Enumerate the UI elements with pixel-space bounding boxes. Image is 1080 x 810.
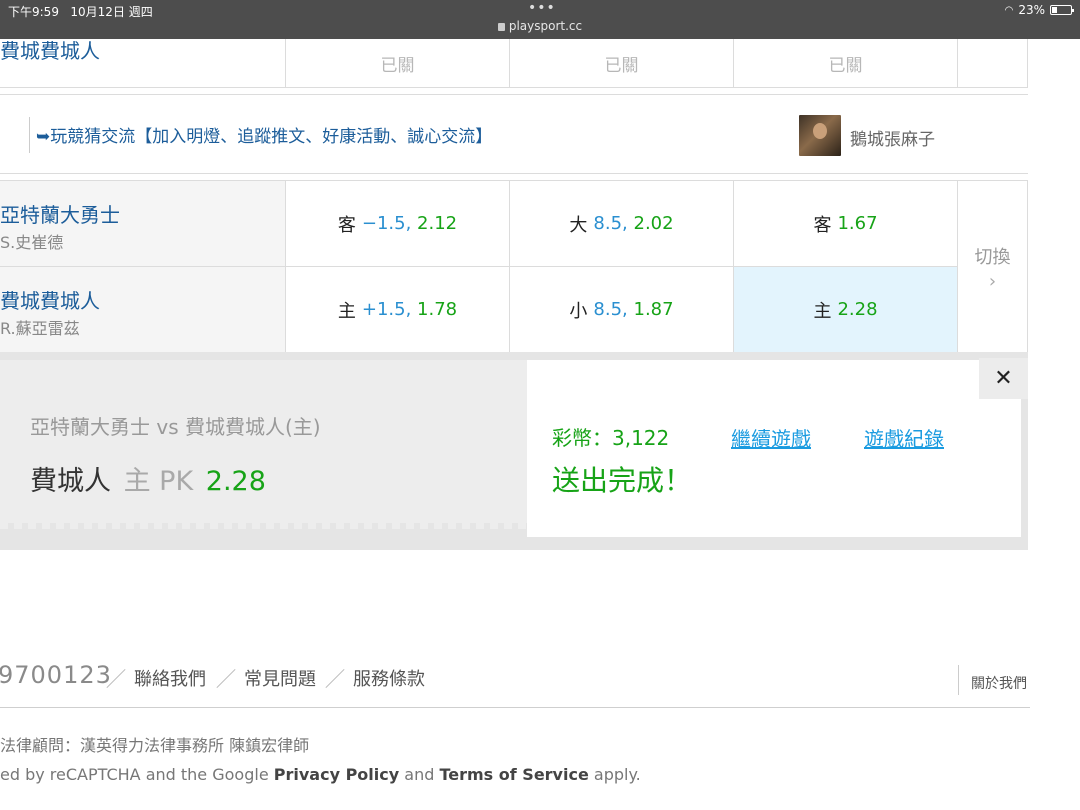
- status-date: 10月12日 週四: [70, 5, 153, 19]
- team-cell: 亞特蘭大勇士 S.史崔德: [0, 181, 285, 266]
- moneyline-odds-cell-selected[interactable]: 主 2.28: [733, 267, 957, 352]
- contact-link[interactable]: 聯絡我們: [134, 665, 206, 691]
- total-odds: 1.87: [633, 299, 674, 320]
- moneyline-odds-cell[interactable]: 客 1.67: [733, 181, 957, 266]
- pitcher-name: R.蘇亞雷茲: [0, 319, 80, 338]
- recaptcha-text: ed by reCAPTCHA and the Google: [0, 765, 269, 784]
- pick-summary: [0, 360, 527, 529]
- switch-button[interactable]: 切換 ›: [957, 181, 1028, 354]
- odds-row-home: 費城費城人 R.蘇亞雷茲 主 +1.5, 1.78 小 8.5, 1.87 主 …: [0, 267, 957, 353]
- odds-row-away: 亞特蘭大勇士 S.史崔德 客 −1.5, 2.12 大 8.5, 2.02 客 …: [0, 181, 957, 267]
- team-name[interactable]: 費城費城人: [0, 285, 100, 314]
- closed-cell: 已關: [733, 39, 957, 87]
- about-link[interactable]: 關於我們: [971, 673, 1027, 693]
- phone-number: 9700123: [0, 661, 112, 689]
- closed-cell-empty: [957, 39, 1028, 87]
- spread-label: 主: [337, 300, 356, 322]
- total-odds-cell[interactable]: 大 8.5, 2.02: [509, 181, 733, 266]
- footer-nav: 9700123 聯絡我們 常見問題 服務條款: [0, 661, 1028, 697]
- divider: [325, 668, 345, 689]
- status-bar: 下午9:59 10月12日 週四 ••• playsport.cc ◠ 23%: [0, 0, 1080, 39]
- tab-menu-dots[interactable]: •••: [528, 0, 556, 16]
- moneyline-label: 客: [813, 214, 832, 236]
- chevron-right-icon: ›: [988, 271, 997, 292]
- faq-link[interactable]: 常見問題: [244, 665, 316, 691]
- closed-cell: 已關: [285, 39, 509, 87]
- lock-icon: [497, 23, 505, 31]
- switch-label: 切換: [974, 247, 1011, 268]
- spread-odds-cell[interactable]: 客 −1.5, 2.12: [285, 181, 509, 266]
- and-text: and: [404, 765, 435, 784]
- legal-advisor-text: 法律顧問：漢英得力法律事務所 陳鎮宏律師: [0, 736, 310, 755]
- pick-team: 費城人: [30, 466, 111, 497]
- divider: [29, 117, 30, 153]
- team-name[interactable]: 亞特蘭大勇士: [0, 199, 120, 228]
- footer-divider: [0, 707, 1030, 708]
- spread-line: +1.5,: [361, 299, 412, 320]
- recaptcha-notice: ed by reCAPTCHA and the Google Privacy P…: [0, 765, 641, 784]
- spread-odds-cell[interactable]: 主 +1.5, 1.78: [285, 267, 509, 352]
- avatar[interactable]: [799, 115, 841, 156]
- address-bar[interactable]: playsport.cc: [0, 19, 1080, 33]
- coin-balance: 彩幣：3,122: [552, 426, 670, 450]
- status-indicators: ◠ 23%: [1004, 3, 1074, 17]
- divider: [216, 668, 236, 689]
- total-odds: 2.02: [633, 213, 674, 234]
- total-label: 大: [569, 214, 588, 236]
- team-cell: 費城費城人 R.蘇亞雷茲: [0, 267, 285, 352]
- divider: [958, 665, 959, 695]
- total-line: 8.5,: [593, 299, 628, 320]
- status-time: 下午9:59 10月12日 週四: [8, 5, 153, 19]
- battery-icon: [1050, 5, 1074, 15]
- privacy-policy-link[interactable]: Privacy Policy: [274, 765, 399, 784]
- spread-line: −1.5,: [361, 213, 412, 234]
- team-name[interactable]: 費城費城人: [0, 35, 100, 64]
- spread-odds: 1.78: [417, 299, 458, 320]
- total-label: 小: [569, 300, 588, 322]
- pick-detail: 費城人 主 PK 2.28: [30, 459, 266, 498]
- continue-game-link[interactable]: 繼續遊戲: [731, 423, 811, 452]
- forum-row: ➥玩競猜交流【加入明燈、追蹤推文、好康活動、誠心交流】 鵝城張麻子: [0, 94, 1028, 174]
- closed-odds-row: 費城費城人 已關 已關 已關: [0, 39, 1028, 88]
- url-text: playsport.cc: [508, 19, 583, 33]
- terms-of-service-link[interactable]: Terms of Service: [439, 765, 588, 784]
- terms-link[interactable]: 服務條款: [353, 665, 425, 691]
- closed-cell: 已關: [509, 39, 733, 87]
- author-name[interactable]: 鵝城張麻子: [850, 125, 935, 150]
- close-icon: ✕: [994, 366, 1013, 391]
- spread-label: 客: [337, 214, 356, 236]
- pick-type: 主 PK: [123, 466, 194, 497]
- game-history-link[interactable]: 遊戲紀錄: [864, 423, 944, 452]
- moneyline-odds: 1.67: [837, 213, 878, 234]
- submit-success-message: 送出完成！: [552, 464, 693, 497]
- total-odds-cell[interactable]: 小 8.5, 1.87: [509, 267, 733, 352]
- pick-odds: 2.28: [205, 466, 266, 497]
- moneyline-odds: 2.28: [837, 299, 878, 320]
- spread-odds: 2.12: [417, 213, 458, 234]
- odds-table: 亞特蘭大勇士 S.史崔德 客 −1.5, 2.12 大 8.5, 2.02 客 …: [0, 180, 1028, 354]
- apply-text: apply.: [593, 765, 641, 784]
- forum-link[interactable]: ➥玩競猜交流【加入明燈、追蹤推文、好康活動、誠心交流】: [36, 122, 492, 147]
- pitcher-name: S.史崔德: [0, 233, 64, 252]
- moneyline-label: 主: [813, 300, 832, 322]
- battery-percent: 23%: [1018, 3, 1045, 17]
- total-line: 8.5,: [593, 213, 628, 234]
- match-title: 亞特蘭大勇士 vs 費城費城人(主): [30, 415, 321, 439]
- close-button[interactable]: ✕: [979, 358, 1028, 399]
- wifi-icon: ◠: [1004, 4, 1014, 16]
